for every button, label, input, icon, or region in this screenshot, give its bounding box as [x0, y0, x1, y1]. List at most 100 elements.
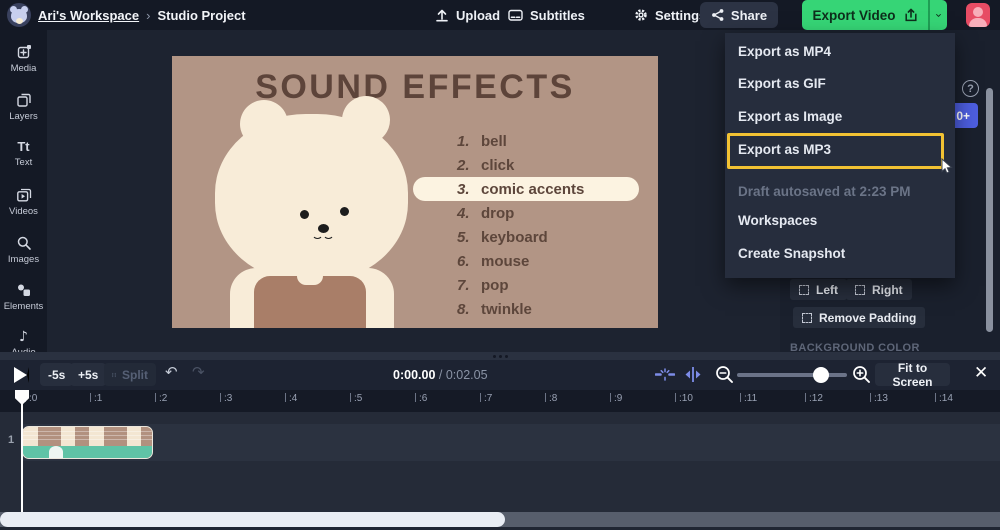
track-number: 1 — [8, 434, 14, 446]
upload-button[interactable]: Upload — [435, 0, 500, 30]
ruler-tick: :12 — [805, 390, 823, 404]
search-icon — [16, 235, 32, 251]
ruler-tick: :6 — [415, 390, 427, 404]
ruler-tick: :14 — [935, 390, 953, 404]
remove-padding-button[interactable]: Remove Padding — [793, 307, 925, 328]
list-item: 2.click — [413, 153, 639, 177]
timeline-zoom-slider[interactable] — [737, 373, 847, 377]
export-icon — [904, 8, 918, 22]
menu-item-create-snapshot[interactable]: Create Snapshot — [738, 246, 845, 261]
pad-left-button[interactable]: Left — [790, 279, 847, 300]
timeline-scrollbar-thumb[interactable] — [0, 512, 505, 527]
menu-item-export-gif[interactable]: Export as GIF — [738, 76, 826, 91]
current-time: 0:00.00 — [393, 368, 435, 382]
play-button[interactable] — [14, 367, 29, 383]
chevron-down-icon — [936, 12, 941, 19]
snap-toggle-button[interactable] — [655, 368, 675, 384]
forward-5s-button[interactable]: +5s — [70, 363, 106, 386]
ruler-tick: :11 — [740, 390, 757, 404]
sidebar-item-label: Elements — [4, 301, 44, 312]
share-button[interactable]: Share — [700, 2, 778, 28]
sidebar-item-elements[interactable]: Elements — [0, 282, 47, 312]
bear-eye — [300, 210, 309, 219]
help-button[interactable]: ? — [962, 80, 979, 97]
menu-item-export-mp3[interactable]: Export as MP3 — [738, 142, 831, 157]
sidebar-item-label: Images — [8, 254, 39, 265]
workspace-avatar[interactable] — [7, 3, 31, 27]
sidebar-item-images[interactable]: Images — [0, 235, 47, 265]
upload-icon — [435, 8, 449, 22]
track-lane-1 — [22, 424, 1000, 461]
video-canvas[interactable]: SOUND EFFECTS 1.bell 2.click 3.comic acc… — [172, 56, 658, 328]
sidebar-item-label: Text — [15, 157, 32, 168]
settings-button[interactable]: Settings — [634, 0, 706, 30]
sidebar-item-layers[interactable]: Layers — [0, 92, 47, 122]
rewind-5s-button[interactable]: -5s — [40, 363, 73, 386]
music-note-icon: ♪ — [19, 330, 28, 344]
ruler-tick: :4 — [285, 390, 297, 404]
breadcrumb-project: Studio Project — [157, 8, 245, 23]
close-timeline-button[interactable]: ✕ — [968, 362, 994, 384]
ruler-tick: :2 — [155, 390, 167, 404]
ruler-tick: :9 — [610, 390, 622, 404]
export-dropdown-menu: Export as MP4 Export as GIF Export as Im… — [725, 33, 955, 278]
undo-button[interactable]: ↶ — [165, 363, 178, 381]
pad-left-icon — [799, 285, 809, 295]
redo-button[interactable]: ↷ — [192, 363, 205, 381]
total-time: 0:02.05 — [446, 368, 488, 382]
list-item: 7.pop — [413, 273, 639, 297]
zoom-out-button[interactable] — [715, 365, 734, 387]
ruler-tick: :10 — [675, 390, 693, 404]
breadcrumb-workspace-link[interactable]: Ari's Workspace — [38, 8, 139, 23]
zoom-out-icon — [715, 365, 734, 384]
list-item: 8.twinkle — [413, 297, 639, 321]
media-icon — [16, 44, 32, 60]
zoom-slider-thumb[interactable] — [813, 367, 829, 383]
clip-waveform — [49, 446, 63, 458]
zoom-in-icon — [852, 365, 871, 384]
timeline-ruler[interactable]: :0 :1 :2 :3 :4 :5 :6 :7 :8 :9 :10 :11 :1… — [0, 390, 1000, 412]
export-options-caret[interactable] — [930, 0, 947, 30]
ruler-tick: :5 — [350, 390, 362, 404]
fit-to-screen-button[interactable]: Fit to Screen — [875, 363, 950, 386]
zoom-in-button[interactable] — [852, 365, 871, 387]
user-avatar[interactable] — [966, 3, 990, 27]
sidebar-item-text[interactable]: Tt Text — [0, 140, 47, 168]
panel-scrollbar[interactable] — [986, 88, 993, 332]
snap-icon — [655, 368, 675, 381]
layers-icon — [16, 92, 32, 108]
menu-item-export-image[interactable]: Export as Image — [738, 109, 842, 124]
playhead-line — [21, 396, 23, 512]
person-icon — [973, 7, 983, 17]
text-icon: Tt — [17, 140, 29, 154]
sidebar-item-media[interactable]: Media — [0, 44, 47, 74]
topbar: Ari's Workspace › Studio Project Upload Su… — [0, 0, 1000, 30]
timeline-toolbar: -5s +5s Split ↶ ↷ 0:00.00 / 0:02.05 Fit — [0, 360, 1000, 390]
split-clip-icon — [683, 367, 703, 382]
timeline-scrollbar-track[interactable] — [0, 512, 1000, 527]
ruler-tick: :3 — [220, 390, 232, 404]
split-button[interactable]: Split — [104, 363, 156, 386]
menu-item-export-mp4[interactable]: Export as MP4 — [738, 44, 831, 59]
pad-right-icon — [855, 285, 865, 295]
ruler-tick: :1 — [90, 390, 102, 404]
list-item-highlighted: 3.comic accents — [413, 177, 639, 201]
shapes-icon — [16, 282, 32, 298]
timeline-resize-handle[interactable] — [0, 352, 1000, 360]
list-item: 4.drop — [413, 201, 639, 225]
subtitles-button[interactable]: Subtitles — [508, 0, 585, 30]
clip-audio-strip — [23, 446, 152, 458]
breadcrumb: Ari's Workspace › Studio Project — [38, 7, 246, 25]
breadcrumb-separator: › — [146, 8, 150, 23]
split-icon — [112, 369, 116, 381]
playback-time: 0:00.00 / 0:02.05 — [393, 368, 488, 382]
export-video-button[interactable]: Export Video — [802, 0, 928, 30]
sidebar-item-videos[interactable]: Videos — [0, 187, 47, 217]
video-clip[interactable] — [22, 426, 153, 459]
bear-illustration — [212, 112, 412, 328]
split-view-button[interactable] — [683, 367, 703, 385]
pad-right-button[interactable]: Right — [846, 279, 912, 300]
video-editor-app: SOUND EFFECTS 1.bell 2.click 3.comic acc… — [0, 0, 1000, 530]
time-separator: / — [435, 368, 445, 382]
menu-item-workspaces[interactable]: Workspaces — [738, 213, 817, 228]
